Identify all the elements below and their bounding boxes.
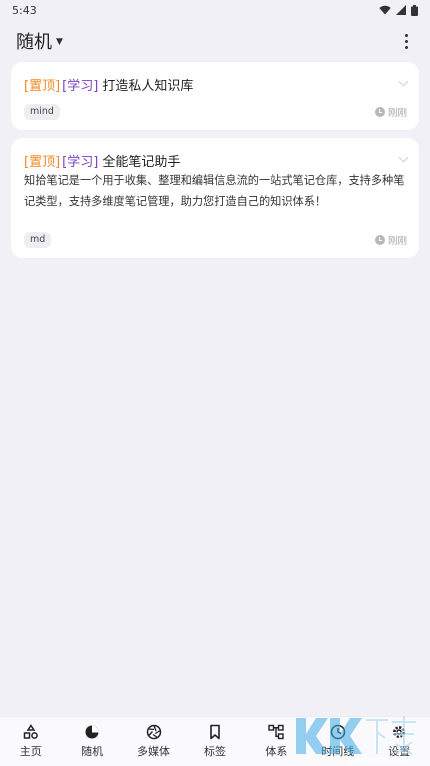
nav-item-random[interactable]: 随机: [62, 724, 123, 759]
more-dots-icon: [404, 33, 408, 37]
note-card-footer: mind 刚刚: [24, 104, 407, 120]
clock-icon: [330, 724, 346, 740]
note-title: 打造私人知识库: [102, 79, 194, 94]
nav-label: 标签: [203, 745, 226, 758]
status-bar: 5:43: [0, 0, 430, 20]
note-card[interactable]: [置顶] [学习] 全能笔记助手 知拾笔记是一个用于收集、整理和编辑信息流的一站式笔…: [11, 138, 419, 258]
note-type-chip: md: [24, 232, 52, 248]
status-time: 5:43: [12, 3, 37, 17]
home-shapes-icon: [23, 724, 38, 739]
category-tag: [学习]: [62, 155, 99, 170]
note-card-header: [置顶] [学习] 打造私人知识库: [24, 75, 409, 94]
note-card[interactable]: [置顶] [学习] 打造私人知识库 mind 刚刚: [11, 62, 419, 130]
note-description: 知拾笔记是一个用于收集、整理和编辑信息流的一站式笔记仓库，支持多种笔记类型，支持…: [24, 174, 405, 208]
note-time-text: 刚刚: [387, 108, 407, 119]
note-title-line: [置顶] [学习] 打造私人知识库: [24, 75, 193, 94]
nav-label: 体系: [265, 745, 288, 758]
nav-item-settings[interactable]: 设置: [369, 724, 430, 759]
status-icons: [379, 4, 418, 16]
nav-label: 时间线: [321, 745, 355, 758]
note-title-line: [置顶] [学习] 全能笔记助手: [24, 151, 180, 170]
random-pie-icon: [85, 725, 99, 739]
note-type-chip: mind: [24, 104, 60, 120]
nav-item-media[interactable]: 多媒体: [123, 724, 184, 759]
more-menu-button[interactable]: [396, 29, 416, 53]
battery-icon: [411, 4, 418, 16]
category-tag: [学习]: [62, 79, 99, 94]
note-card-footer: md 刚刚: [24, 232, 407, 248]
caret-down-icon: ▼: [56, 37, 63, 47]
note-title: 全能笔记助手: [102, 155, 181, 170]
nav-label: 随机: [81, 745, 104, 758]
pin-tag: [置顶]: [24, 79, 61, 94]
clock-icon: [374, 235, 385, 245]
bookmark-icon: [210, 724, 220, 740]
note-time: 刚刚: [374, 233, 407, 247]
bottom-nav: 主页 随机 多媒体 标签 体系 时间线 设置: [0, 716, 430, 766]
gear-icon: [393, 726, 406, 738]
note-time-text: 刚刚: [387, 236, 407, 247]
nav-label: 设置: [388, 745, 411, 758]
note-time: 刚刚: [374, 105, 407, 119]
app-bar: 随机 ▼: [0, 24, 430, 58]
nav-item-system[interactable]: 体系: [246, 724, 307, 759]
nav-item-tags[interactable]: 标签: [184, 724, 245, 759]
clock-icon: [374, 107, 385, 117]
nav-item-home[interactable]: 主页: [0, 724, 61, 759]
signal-icon: [396, 5, 406, 15]
note-card-header: [置顶] [学习] 全能笔记助手: [24, 151, 409, 170]
page-title: 随机: [16, 32, 52, 53]
pin-tag: [置顶]: [24, 155, 61, 170]
nav-item-timeline[interactable]: 时间线: [307, 724, 368, 759]
nav-label: 多媒体: [137, 745, 171, 758]
aperture-icon: [146, 724, 161, 740]
hierarchy-icon: [268, 724, 285, 740]
wifi-icon: [379, 5, 391, 15]
view-selector[interactable]: 随机 ▼: [16, 28, 63, 54]
nav-label: 主页: [19, 745, 42, 758]
